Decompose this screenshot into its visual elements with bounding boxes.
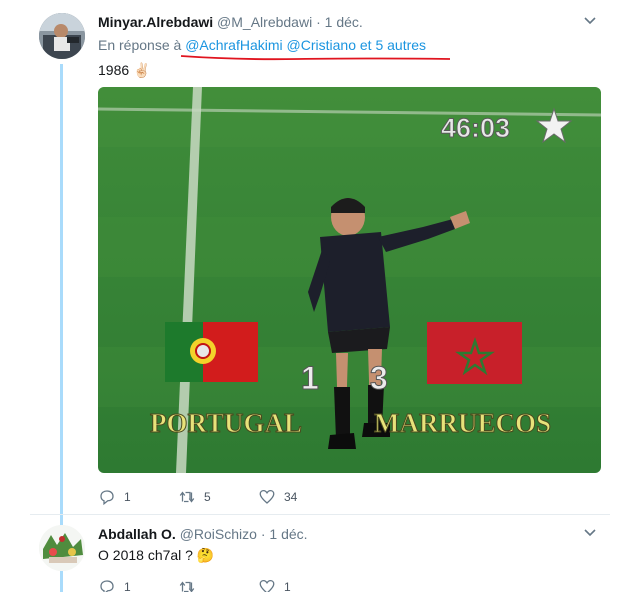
thinking-face-emoji: 🤔 — [196, 547, 215, 563]
heart-icon — [259, 489, 275, 504]
tweet-date[interactable]: 1 déc. — [325, 14, 363, 30]
reply-prefix: En réponse à — [98, 37, 182, 53]
divider — [30, 514, 610, 515]
reply-actions: 1 1 — [98, 578, 338, 592]
reply-reply-count: 1 — [124, 580, 131, 592]
like-count: 34 — [284, 490, 298, 504]
reply-avatar[interactable] — [39, 525, 85, 571]
tweet-header: Minyar.Alrebdawi @M_Alrebdawi · 1 déc. — [98, 14, 363, 30]
reply-icon — [100, 580, 114, 592]
reply-header: Abdallah O. @RoiSchizo · 1 déc. — [98, 526, 308, 542]
tweet-text-body: 1986 — [98, 62, 130, 78]
team-name-right: MARRUECOS — [374, 408, 551, 438]
match-clock: 46:03 — [441, 113, 510, 143]
reply-chevron-down-icon[interactable] — [583, 525, 597, 542]
reply-like-count: 1 — [284, 580, 291, 592]
reply-count: 1 — [124, 490, 131, 504]
heart-icon — [259, 579, 275, 592]
reply-text: O 2018 ch7al ? 🤔 — [98, 547, 214, 564]
retweet-count: 5 — [204, 490, 211, 504]
avatar[interactable] — [39, 13, 85, 59]
reply-icon — [100, 490, 114, 506]
thread-connector-line — [60, 64, 63, 592]
reply-retweet-button[interactable] — [178, 578, 258, 592]
chevron-down-icon[interactable] — [583, 13, 597, 30]
score-left: 1 — [301, 360, 319, 396]
mention-link-cristiano[interactable]: @Cristiano — [287, 37, 356, 53]
separator-dot: · — [316, 14, 321, 30]
victory-hand-emoji: ✌🏻 — [133, 62, 151, 78]
reply-display-name[interactable]: Abdallah O. — [98, 526, 176, 542]
annotation-underline — [180, 55, 451, 61]
reply-reply-button[interactable]: 1 — [98, 578, 178, 592]
team-name-left: PORTUGAL — [150, 408, 302, 438]
retweet-icon — [179, 491, 195, 503]
display-name[interactable]: Minyar.Alrebdawi — [98, 14, 213, 30]
tweet-text: 1986 ✌🏻 — [98, 62, 150, 79]
morocco-flag — [427, 322, 522, 384]
tweet-actions: 1 5 34 — [98, 488, 338, 506]
score-right: 3 — [370, 360, 388, 396]
reply-text-body: O 2018 ch7al ? — [98, 547, 193, 563]
mention-link-achrafhakimi[interactable]: @AchrafHakimi — [185, 37, 282, 53]
portugal-flag — [165, 322, 258, 382]
reply-button[interactable]: 1 — [98, 488, 178, 506]
reply-date[interactable]: 1 déc. — [269, 526, 307, 542]
others-link[interactable]: et 5 autres — [360, 37, 426, 53]
reply-context: En réponse à @AchrafHakimi @Cristiano et… — [98, 37, 426, 53]
tweet-media-image[interactable]: 46:03 1 3 PORTUGAL MARRUECOS — [98, 87, 601, 473]
reply-separator-dot: · — [260, 526, 266, 542]
like-button[interactable]: 34 — [258, 488, 338, 506]
reply-user-handle[interactable]: @RoiSchizo — [180, 526, 257, 542]
user-handle[interactable]: @M_Alrebdawi — [217, 14, 312, 30]
retweet-icon — [179, 581, 195, 592]
reply-like-button[interactable]: 1 — [258, 578, 338, 592]
retweet-button[interactable]: 5 — [178, 488, 258, 506]
